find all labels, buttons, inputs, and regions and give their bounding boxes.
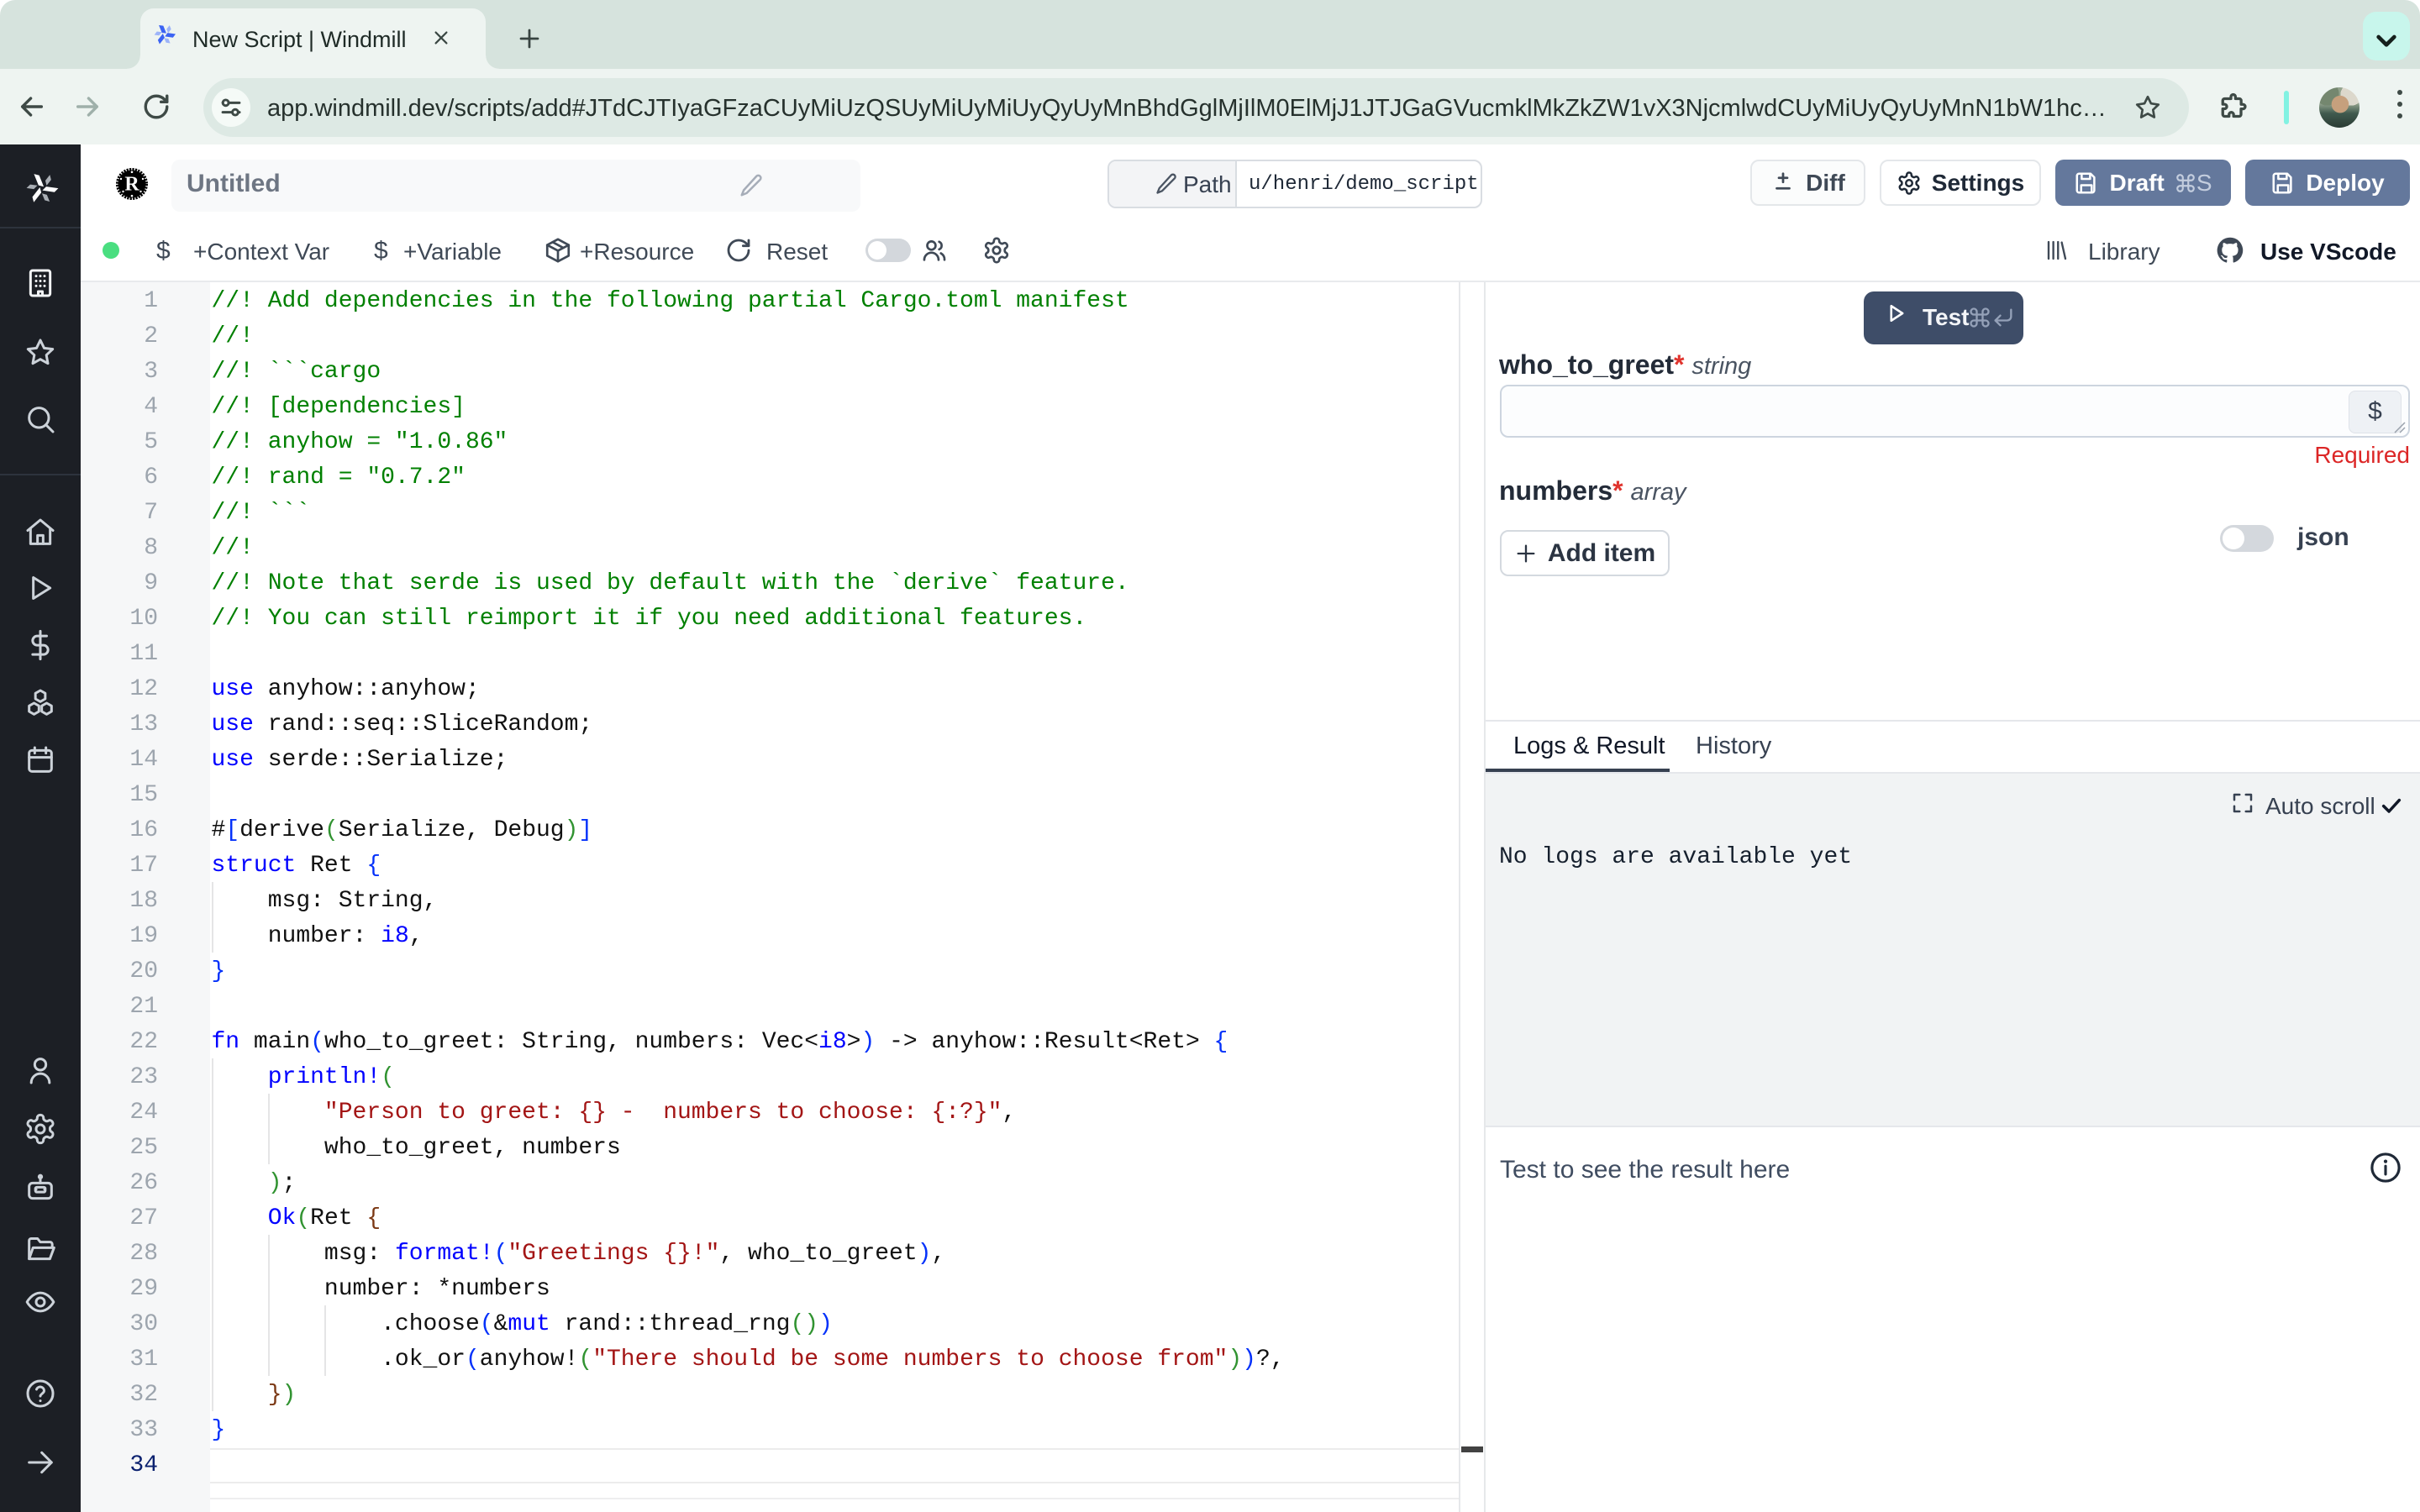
svg-text:R: R: [124, 174, 139, 196]
